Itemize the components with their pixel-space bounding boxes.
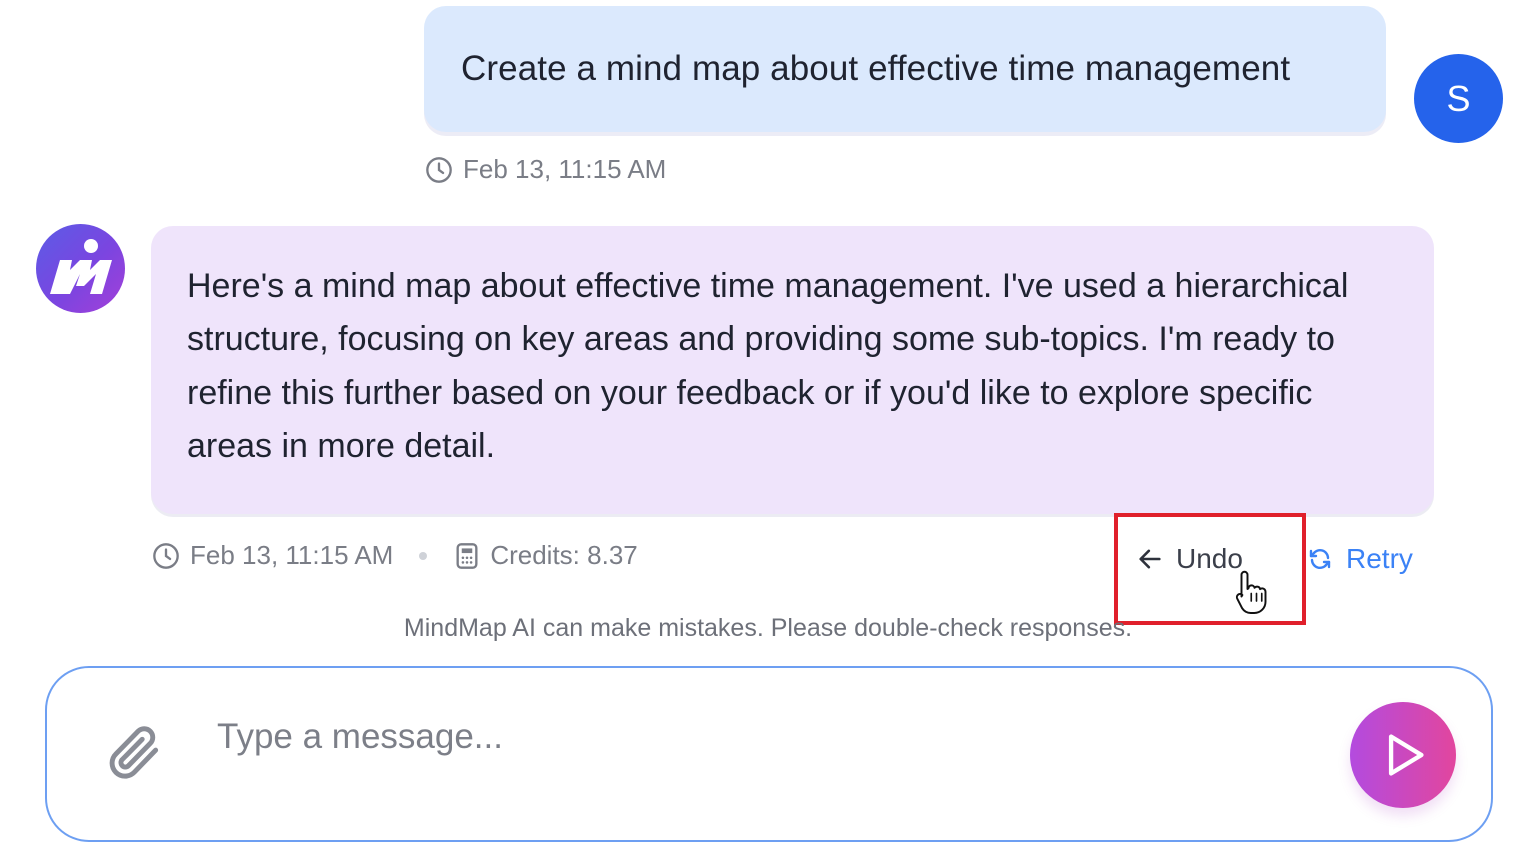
credits-text: Credits: 8.37 <box>490 540 638 570</box>
mindmap-logo-icon <box>50 239 112 294</box>
ai-avatar <box>36 224 125 313</box>
meta-separator-dot <box>419 551 428 560</box>
undo-highlight-box <box>1114 513 1306 625</box>
ai-message-bubble: Here's a mind map about effective time m… <box>151 226 1434 514</box>
user-message-meta: Feb 13, 11:15 AM <box>425 154 666 185</box>
retry-button[interactable]: Retry <box>1308 538 1413 580</box>
user-message-timestamp: Feb 13, 11:15 AM <box>463 154 667 184</box>
play-triangle-icon <box>1388 734 1424 776</box>
disclaimer-text: MindMap AI can make mistakes. Please dou… <box>403 614 1133 642</box>
user-avatar: S <box>1414 54 1503 143</box>
user-message-bubble: Create a mind map about effective time m… <box>424 6 1386 132</box>
clock-icon <box>153 542 179 569</box>
user-avatar-initial: S <box>1446 77 1471 119</box>
send-button[interactable] <box>1350 702 1456 808</box>
refresh-icon <box>1309 549 1331 569</box>
ai-message-text: Here's a mind map about effective time m… <box>187 267 1349 465</box>
hand-cursor-icon <box>1235 570 1267 614</box>
calculator-icon <box>456 542 478 569</box>
ai-message-timestamp: Feb 13, 11:15 AM <box>190 540 394 570</box>
ai-message-meta: Feb 13, 11:15 AM Credits: 8.37 <box>152 540 638 571</box>
clock-icon <box>426 156 452 183</box>
message-input[interactable] <box>217 712 1317 762</box>
retry-label: Retry <box>1346 543 1413 574</box>
user-message-text: Create a mind map about effective time m… <box>461 49 1291 88</box>
paperclip-icon[interactable] <box>104 720 166 788</box>
